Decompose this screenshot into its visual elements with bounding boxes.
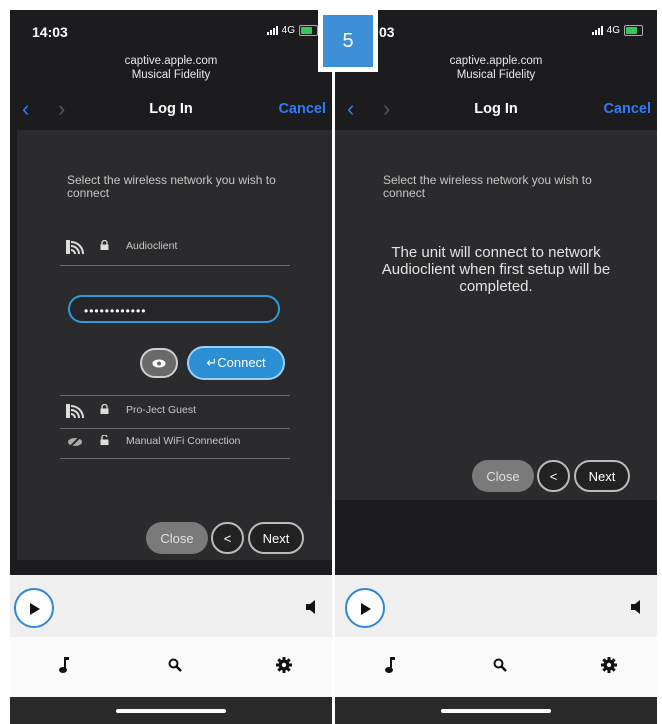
signal-icon [266,26,278,35]
volume-icon[interactable] [631,600,643,614]
next-button[interactable]: Next [248,522,304,554]
previous-button[interactable]: < [211,522,244,554]
divider [60,265,290,266]
password-input[interactable]: •••••••••••• [68,295,280,323]
gear-icon[interactable] [601,657,617,673]
network-name: Audioclient [126,240,178,252]
url-bar[interactable]: captive.apple.com Musical Fidelity [10,54,332,82]
url-host: captive.apple.com [449,55,543,67]
status-time: 14:03 [32,24,68,40]
network-name: Pro-Ject Guest [126,404,197,416]
network-item-audioclient[interactable]: Audioclient [60,232,290,262]
network-item-manual-wifi[interactable]: Manual WiFi Connection [60,427,290,457]
mini-player [335,575,657,637]
url-bar[interactable]: captive.apple.com Musical Fidelity [335,54,657,82]
wifi-setup-panel: Select the wireless network you wish to … [17,130,332,560]
unlock-icon [100,435,109,445]
close-button[interactable]: Close [472,460,534,492]
lock-icon [100,240,109,250]
phone-screen-left: 14:03 4G captive.apple.com Musical Fidel… [10,10,332,724]
divider [60,458,290,459]
connect-button[interactable]: ↵Connect [187,346,285,380]
network-name: Manual WiFi Connection [126,435,241,447]
battery-icon [299,25,318,36]
home-indicator-area [10,697,332,724]
network-prompt: Select the wireless network you wish to … [383,173,592,200]
lock-icon [100,404,109,414]
status-bar: 14:03 4G [10,10,332,48]
home-indicator[interactable] [441,709,551,713]
search-icon[interactable] [493,658,507,672]
network-type: 4G [281,25,295,36]
eye-icon [152,359,166,367]
network-prompt: Select the wireless network you wish to … [67,173,276,200]
music-note-icon[interactable] [385,657,395,673]
status-bar: 03 4G [335,10,657,48]
search-icon[interactable] [168,658,182,672]
wifi-setup-panel: Select the wireless network you wish to … [335,130,657,500]
home-indicator-area [335,697,657,724]
home-indicator[interactable] [116,709,226,713]
signal-icon [591,26,603,35]
step-number: 5 [323,15,373,67]
battery-icon [624,25,643,36]
mini-player [10,575,332,637]
wifi-icon [66,404,84,418]
cancel-button[interactable]: Cancel [603,101,651,117]
url-host: captive.apple.com [124,55,218,67]
connection-message: The unit will connect to network Audiocl… [381,244,611,295]
status-icons: 4G [266,25,318,36]
next-button[interactable]: Next [574,460,630,492]
url-site-name: Musical Fidelity [456,69,536,81]
network-type: 4G [606,25,620,36]
show-password-button[interactable] [140,348,178,378]
gear-icon[interactable] [276,657,292,673]
status-time: 03 [379,24,395,40]
play-button[interactable] [345,588,385,628]
navigation-bar: ‹ › Log In Cancel [10,94,332,124]
play-button[interactable] [14,588,54,628]
volume-icon[interactable] [306,600,318,614]
music-note-icon[interactable] [59,657,69,673]
step-badge: 5 [318,10,378,72]
close-button[interactable]: Close [146,522,208,554]
status-icons: 4G [591,25,643,36]
url-site-name: Musical Fidelity [131,69,211,81]
navigation-bar: ‹ › Log In Cancel [335,94,657,124]
previous-button[interactable]: < [537,460,570,492]
eye-slash-icon [68,435,82,449]
play-icon [30,603,40,615]
play-icon [361,603,371,615]
network-item-project-guest[interactable]: Pro-Ject Guest [60,396,290,426]
tab-bar [335,637,657,697]
phone-screen-right: 03 4G captive.apple.com Musical Fidelity… [335,10,657,724]
cancel-button[interactable]: Cancel [278,101,326,117]
tab-bar [10,637,332,697]
wifi-icon [66,240,84,254]
